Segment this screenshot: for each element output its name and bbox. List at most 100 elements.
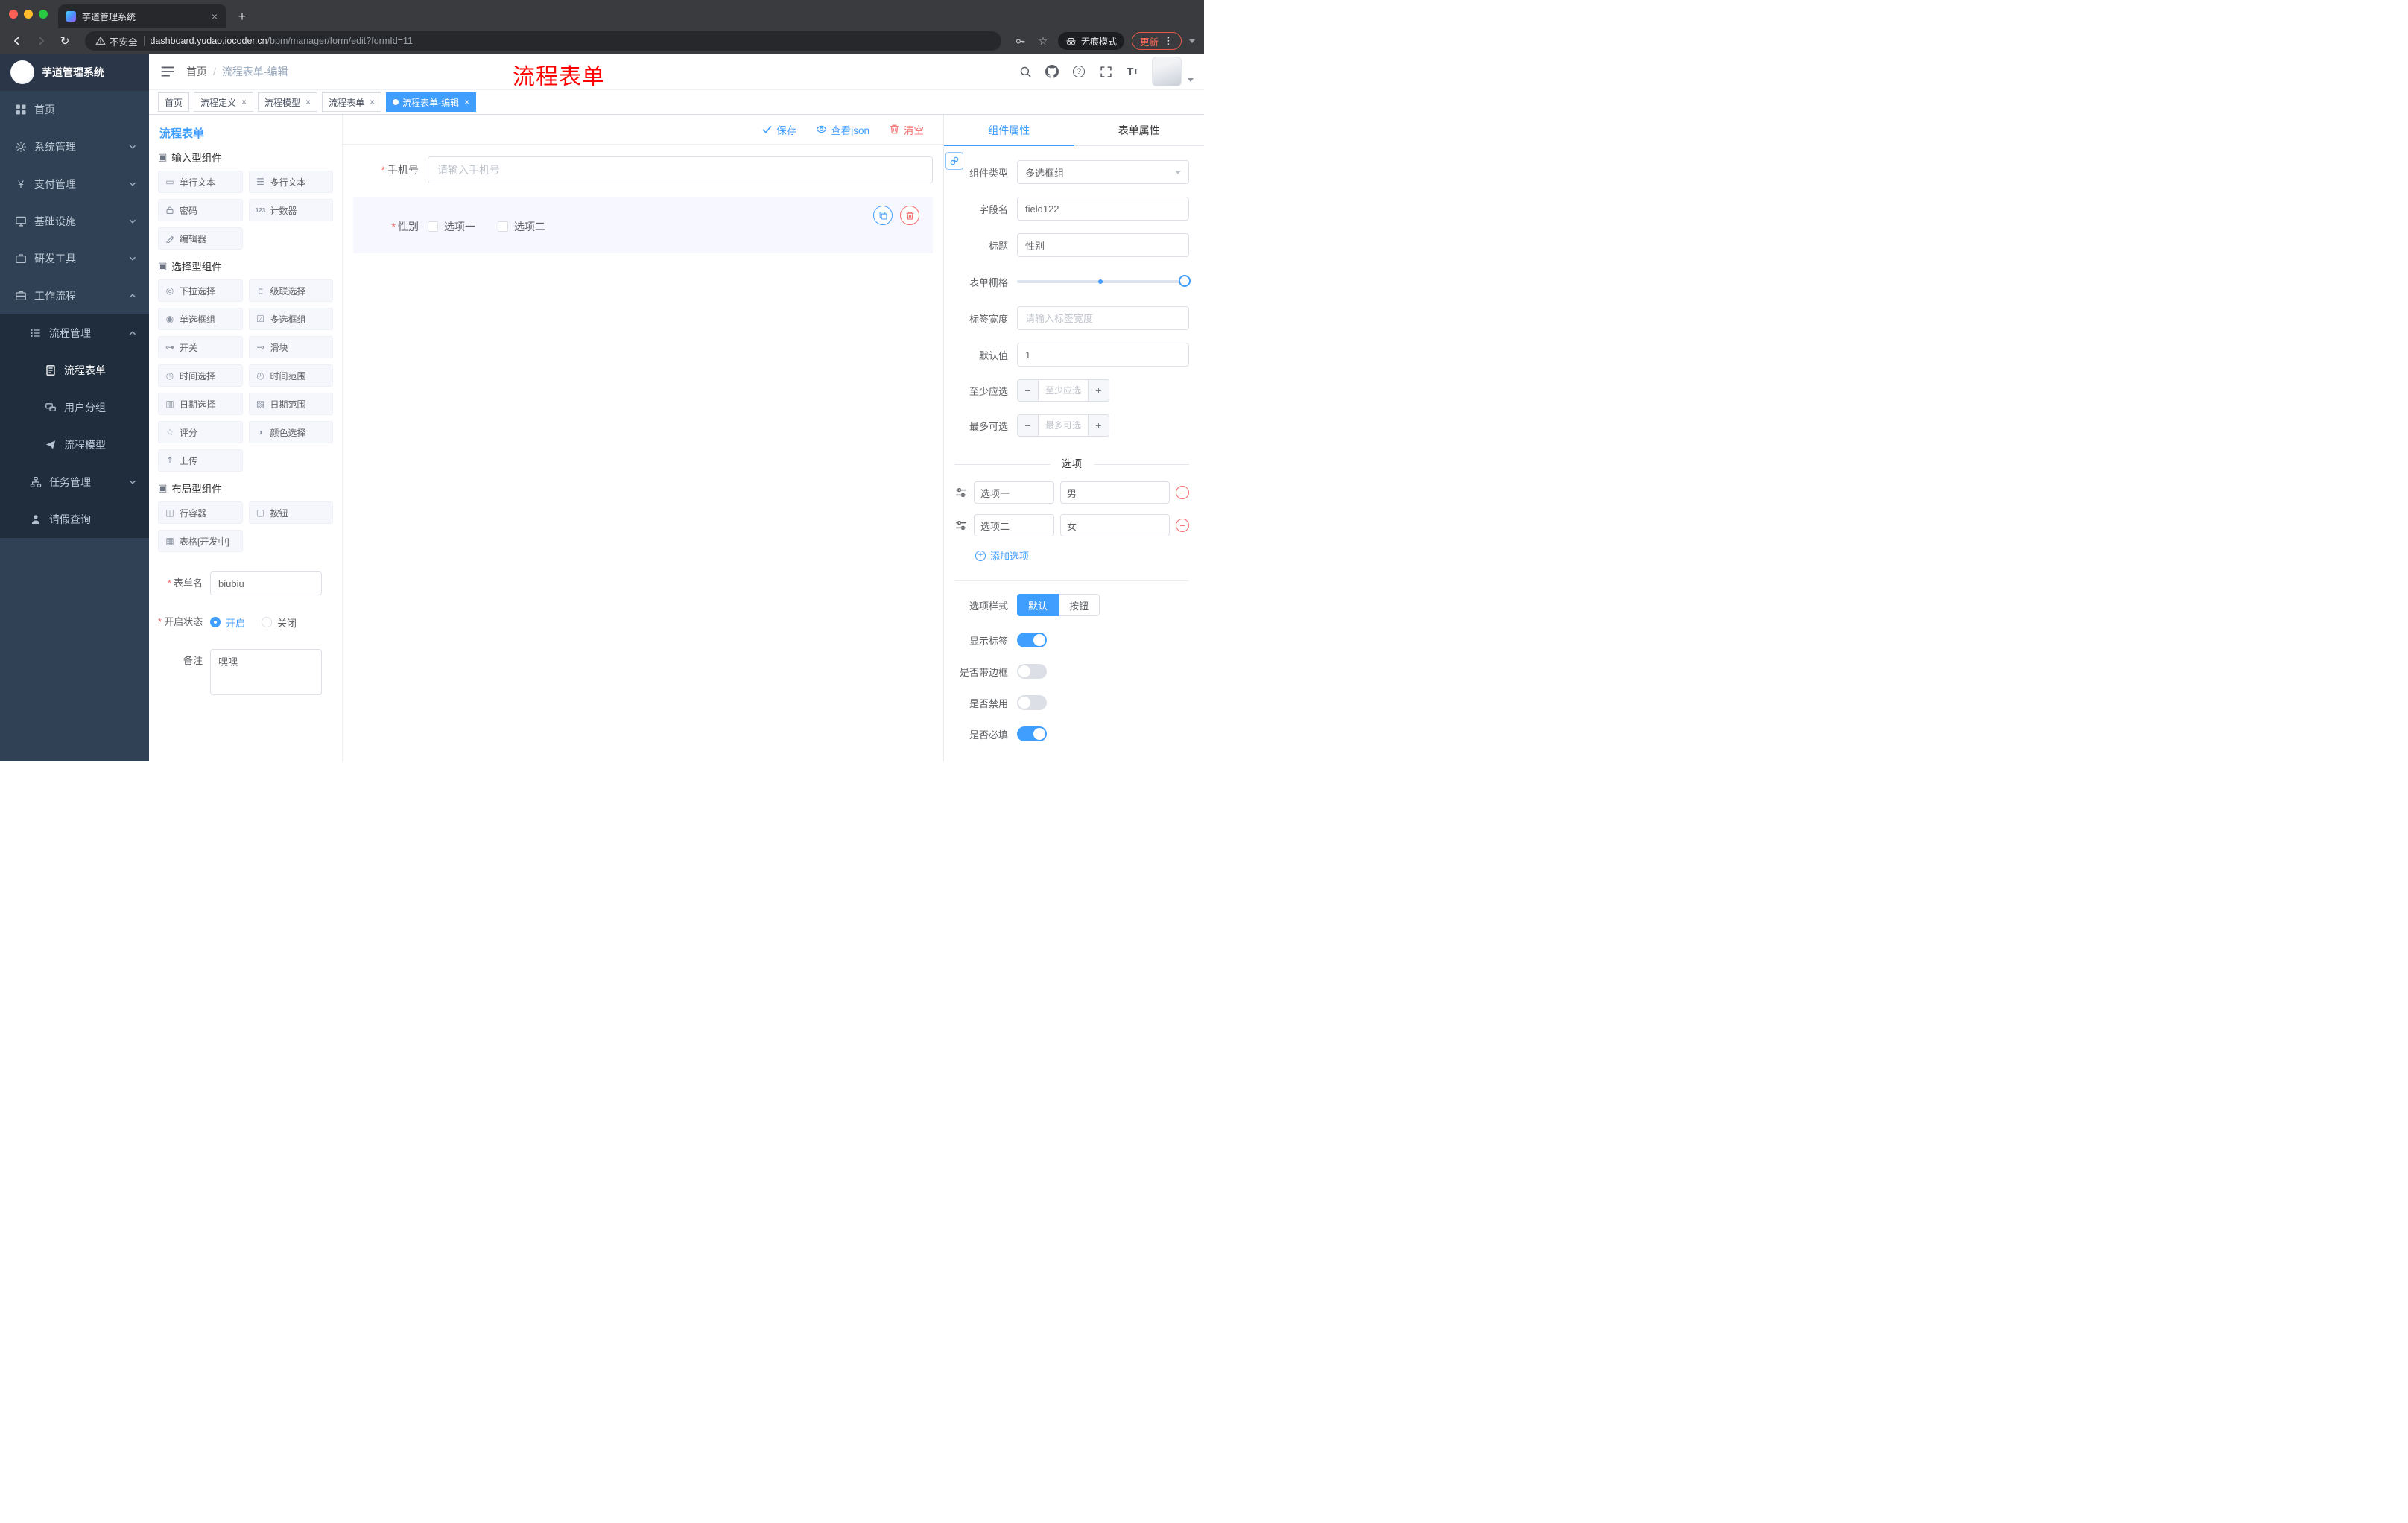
sidebar-item-workflow[interactable]: 工作流程 bbox=[0, 277, 149, 314]
slider-handle[interactable] bbox=[1179, 275, 1191, 287]
sidebar-item-task-manage[interactable]: 任务管理 bbox=[0, 463, 149, 501]
tag-close-icon[interactable]: × bbox=[305, 97, 311, 107]
border-switch[interactable] bbox=[1017, 664, 1047, 679]
increase-button[interactable]: + bbox=[1088, 415, 1109, 436]
palette-item-rate[interactable]: ☆ 评分 bbox=[158, 421, 243, 443]
reload-button[interactable]: ↻ bbox=[57, 33, 73, 49]
palette-item-counter[interactable]: 123 计数器 bbox=[248, 199, 333, 221]
sidebar-item-process-model[interactable]: 流程模型 bbox=[0, 426, 149, 463]
required-switch[interactable] bbox=[1017, 726, 1047, 741]
remove-option-button[interactable]: − bbox=[1176, 486, 1189, 499]
option-value-input[interactable] bbox=[1060, 514, 1170, 536]
sidebar-item-home[interactable]: 首页 bbox=[0, 91, 149, 128]
gender-option-2[interactable]: 选项二 bbox=[498, 219, 545, 234]
sidebar-logo[interactable]: 芋道管理系统 bbox=[0, 54, 149, 91]
palette-item-time-picker[interactable]: ◷ 时间选择 bbox=[158, 364, 243, 387]
palette-item-row-container[interactable]: ◫ 行容器 bbox=[158, 501, 243, 524]
palette-item-color-picker[interactable]: ◑ 颜色选择 bbox=[248, 421, 333, 443]
tag-home[interactable]: 首页 bbox=[158, 92, 190, 112]
tag-process-definition[interactable]: 流程定义 × bbox=[194, 92, 254, 112]
add-option-button[interactable]: + 添加选项 bbox=[975, 548, 1189, 563]
field-gender-selected[interactable]: 性别 选项一 选项二 bbox=[353, 197, 933, 253]
sidebar-item-payment[interactable]: ¥ 支付管理 bbox=[0, 165, 149, 203]
save-button[interactable]: 保存 bbox=[761, 122, 796, 137]
palette-item-date-picker[interactable]: ▥ 日期选择 bbox=[158, 393, 243, 415]
tag-close-icon[interactable]: × bbox=[241, 97, 247, 107]
tag-close-icon[interactable]: × bbox=[464, 97, 469, 107]
copy-component-button[interactable] bbox=[873, 206, 893, 225]
tab-close-icon[interactable]: × bbox=[210, 10, 219, 22]
tag-process-model[interactable]: 流程模型 × bbox=[258, 92, 318, 112]
palette-item-password[interactable]: 密码 bbox=[158, 199, 243, 221]
sidebar-item-dev-tools[interactable]: 研发工具 bbox=[0, 240, 149, 277]
show-label-switch[interactable] bbox=[1017, 633, 1047, 647]
password-key-icon[interactable] bbox=[1013, 34, 1028, 48]
decrease-button[interactable]: − bbox=[1018, 415, 1039, 436]
field-phone[interactable]: 手机号 bbox=[353, 156, 933, 183]
palette-item-slider[interactable]: ⊸ 滑块 bbox=[248, 336, 333, 358]
toolbar-chevron-icon[interactable] bbox=[1189, 39, 1195, 43]
back-button[interactable] bbox=[9, 33, 25, 49]
option-label-input[interactable] bbox=[974, 514, 1054, 536]
disabled-switch[interactable] bbox=[1017, 695, 1047, 710]
sidebar-item-leave-query[interactable]: 请假查询 bbox=[0, 501, 149, 538]
bookmark-star-icon[interactable]: ☆ bbox=[1036, 34, 1051, 48]
phone-input[interactable] bbox=[428, 156, 933, 183]
status-radio-off[interactable]: 关闭 bbox=[262, 615, 297, 630]
breadcrumb-home[interactable]: 首页 bbox=[186, 64, 207, 79]
clear-button[interactable]: 清空 bbox=[889, 122, 924, 137]
help-icon[interactable]: ? bbox=[1071, 64, 1086, 79]
search-icon[interactable] bbox=[1018, 64, 1033, 79]
tag-close-icon[interactable]: × bbox=[370, 97, 375, 107]
palette-item-date-range[interactable]: ▧ 日期范围 bbox=[248, 393, 333, 415]
max-select-input[interactable] bbox=[1039, 415, 1088, 436]
sidebar-item-user-group[interactable]: 用户分组 bbox=[0, 389, 149, 426]
palette-item-cascader[interactable]: 级联选择 bbox=[248, 279, 333, 302]
checkbox-icon[interactable] bbox=[428, 221, 438, 232]
title-input[interactable] bbox=[1017, 233, 1189, 257]
palette-item-single-line-text[interactable]: ▭ 单行文本 bbox=[158, 171, 243, 193]
option-label-input[interactable] bbox=[974, 481, 1054, 504]
tag-process-form-edit[interactable]: 流程表单-编辑 × bbox=[386, 92, 477, 112]
palette-item-editor[interactable]: 编辑器 bbox=[158, 227, 243, 250]
forward-button[interactable] bbox=[33, 33, 49, 49]
style-default-button[interactable]: 默认 bbox=[1017, 594, 1059, 616]
sidebar-item-infrastructure[interactable]: 基础设施 bbox=[0, 203, 149, 240]
browser-tab[interactable]: 芋道管理系统 × bbox=[58, 4, 226, 28]
increase-button[interactable]: + bbox=[1088, 380, 1109, 401]
palette-item-checkbox-group[interactable]: ☑ 多选框组 bbox=[248, 308, 333, 330]
checkbox-icon[interactable] bbox=[498, 221, 508, 232]
min-select-input[interactable] bbox=[1039, 380, 1088, 401]
drag-handle-icon[interactable] bbox=[954, 486, 968, 499]
browser-update-button[interactable]: 更新 ⋮ bbox=[1131, 32, 1182, 50]
font-size-icon[interactable]: TT bbox=[1125, 64, 1140, 79]
option-value-input[interactable] bbox=[1060, 481, 1170, 504]
sidebar-item-process-manage[interactable]: 流程管理 bbox=[0, 314, 149, 352]
hamburger-icon[interactable] bbox=[159, 63, 176, 80]
delete-component-button[interactable] bbox=[900, 206, 919, 225]
address-bar[interactable]: 不安全 dashboard.yudao.iocoder.cn/bpm/manag… bbox=[85, 31, 1001, 51]
tag-process-form[interactable]: 流程表单 × bbox=[322, 92, 382, 112]
fullscreen-icon[interactable] bbox=[1098, 64, 1113, 79]
view-json-button[interactable]: 查看json bbox=[816, 122, 869, 137]
form-remark-textarea[interactable]: 嘿嘿 bbox=[210, 649, 322, 695]
palette-item-table[interactable]: ▦ 表格[开发中] bbox=[158, 530, 243, 552]
sidebar-item-system[interactable]: 系统管理 bbox=[0, 128, 149, 165]
avatar-caret-icon[interactable] bbox=[1188, 78, 1194, 82]
tab-component-props[interactable]: 组件属性 bbox=[944, 115, 1074, 146]
component-type-select[interactable]: 多选框组 bbox=[1017, 160, 1189, 184]
tab-form-props[interactable]: 表单属性 bbox=[1074, 115, 1205, 145]
style-button-button[interactable]: 按钮 bbox=[1059, 594, 1100, 616]
palette-item-switch[interactable]: ⊶ 开关 bbox=[158, 336, 243, 358]
default-value-input[interactable] bbox=[1017, 343, 1189, 367]
sidebar-item-process-form[interactable]: 流程表单 bbox=[0, 352, 149, 389]
form-name-input[interactable] bbox=[210, 571, 322, 595]
gender-option-1[interactable]: 选项一 bbox=[428, 219, 475, 234]
palette-item-select[interactable]: ◎ 下拉选择 bbox=[158, 279, 243, 302]
window-maximize-button[interactable] bbox=[39, 10, 48, 19]
decrease-button[interactable]: − bbox=[1018, 380, 1039, 401]
palette-item-radio-group[interactable]: ◉ 单选框组 bbox=[158, 308, 243, 330]
remove-option-button[interactable]: − bbox=[1176, 519, 1189, 532]
drag-handle-icon[interactable] bbox=[954, 519, 968, 532]
link-icon[interactable] bbox=[945, 152, 963, 170]
